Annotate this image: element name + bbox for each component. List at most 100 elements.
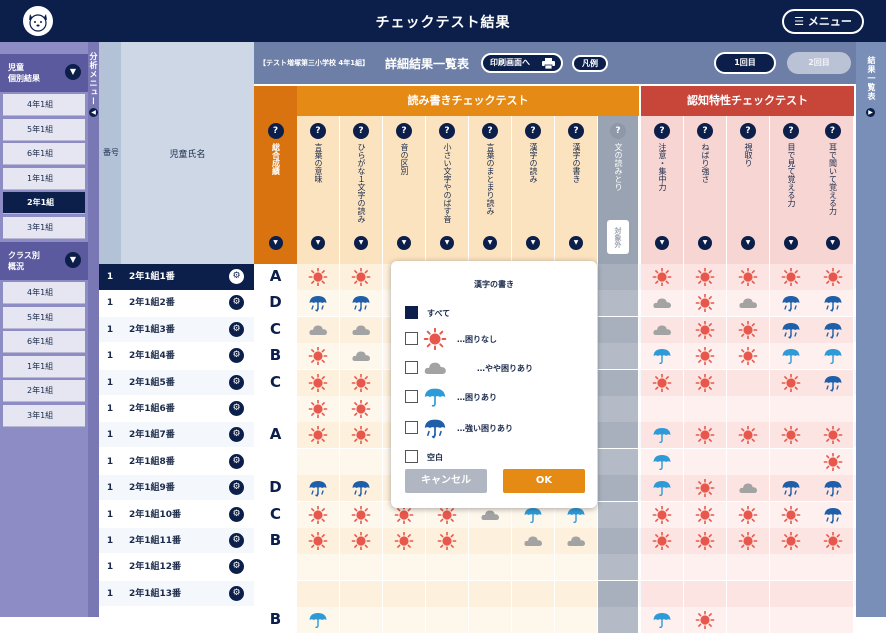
help-icon[interactable]: ? [525, 123, 541, 139]
ok-button[interactable]: OK [503, 469, 585, 493]
help-icon[interactable]: ? [824, 123, 841, 139]
table-row[interactable]: 1 2年1組13番 ⚙ [99, 580, 856, 607]
class-item[interactable]: 1年1組 [3, 355, 85, 378]
help-icon[interactable]: ? [697, 123, 713, 139]
checkbox[interactable] [405, 390, 418, 403]
menu-button[interactable]: ☰ メニュー [782, 9, 864, 34]
filter-option[interactable]: …強い困りあり [405, 419, 585, 439]
student-name[interactable]: 2年1組10番 ⚙ [121, 502, 254, 528]
help-icon[interactable]: ? [310, 123, 326, 139]
class-item[interactable]: 1年1組 [3, 167, 85, 190]
help-icon[interactable]: ? [439, 123, 455, 139]
class-item[interactable]: 3年1組 [3, 216, 85, 239]
sort-down-icon[interactable]: ▼ [268, 236, 283, 250]
gear-icon[interactable]: ⚙ [229, 348, 244, 364]
student-name[interactable]: 2年1組9番 ⚙ [121, 475, 254, 501]
collapse-left-icon[interactable]: ◀ [89, 108, 98, 117]
filter-down-icon[interactable]: ▼ [569, 236, 583, 250]
gear-icon[interactable]: ⚙ [229, 453, 244, 469]
analysis-menu-tab[interactable]: 分析メニュー ◀ [88, 42, 99, 617]
student-name[interactable]: 2年1組13番 ⚙ [121, 581, 254, 607]
help-icon[interactable]: ? [267, 123, 284, 139]
student-name[interactable]: 2年1組7番 ⚙ [121, 422, 254, 448]
gear-icon[interactable]: ⚙ [229, 533, 244, 548]
class-item[interactable]: 5年1組 [3, 306, 85, 329]
class-item[interactable]: 3年1組 [3, 404, 85, 427]
print-button[interactable]: 印刷画面へ [481, 53, 563, 73]
class-item[interactable]: 5年1組 [3, 118, 85, 141]
help-icon[interactable]: ? [482, 123, 498, 139]
checkbox[interactable] [405, 306, 418, 319]
filter-down-icon[interactable]: ▼ [526, 236, 540, 250]
gear-icon[interactable]: ⚙ [229, 269, 244, 284]
number-header: 番号 [99, 42, 121, 264]
filter-option[interactable]: …困りあり [405, 388, 585, 407]
gear-icon[interactable]: ⚙ [229, 295, 244, 311]
table-row[interactable]: 1 2年1組12番 ⚙ [99, 554, 856, 581]
help-icon[interactable]: ? [654, 123, 670, 139]
gear-icon[interactable]: ⚙ [229, 321, 244, 337]
chevron-down-icon[interactable]: ▼ [65, 64, 81, 80]
gear-icon[interactable]: ⚙ [229, 506, 244, 522]
filter-down-icon[interactable]: ▼ [397, 236, 411, 250]
class-item[interactable]: 6年1組 [3, 331, 85, 353]
legend-button[interactable]: 凡例 [572, 55, 608, 72]
checkbox[interactable] [405, 421, 418, 434]
cancel-button[interactable]: キャンセル [405, 469, 487, 493]
round1-button[interactable]: 1回目 [714, 52, 776, 74]
filter-down-icon[interactable]: ▼ [440, 236, 454, 250]
filter-option[interactable]: …やや困りあり [405, 359, 585, 377]
filter-down-icon[interactable]: ▼ [741, 236, 755, 250]
filter-down-icon[interactable]: ▼ [483, 236, 497, 250]
filter-down-icon[interactable]: ▼ [784, 236, 798, 250]
results-list-tab[interactable]: 結果一覧表 ▶ [856, 42, 886, 617]
filter-down-icon[interactable]: ▼ [311, 236, 325, 250]
class-item[interactable]: 4年1組 [3, 282, 85, 304]
result-cell [727, 369, 770, 396]
class-item[interactable]: 6年1組 [3, 143, 85, 165]
section-individual-results[interactable]: 児童 個別結果 ▼ [0, 54, 88, 92]
checkbox[interactable] [405, 332, 418, 345]
gear-icon[interactable]: ⚙ [229, 480, 244, 496]
gear-icon[interactable]: ⚙ [229, 559, 244, 575]
table-row[interactable]: 1 2年1組11番 ⚙ B [99, 528, 856, 554]
checkbox[interactable] [405, 361, 418, 374]
sun-icon [351, 373, 371, 392]
filter-down-icon[interactable]: ▼ [655, 236, 669, 250]
student-name[interactable]: 2年1組6番 ⚙ [121, 396, 254, 422]
student-name[interactable]: 2年1組3番 ⚙ [121, 317, 254, 343]
filter-option[interactable]: すべて [405, 304, 585, 322]
section-class-overview[interactable]: クラス別 概況 ▼ [0, 242, 88, 280]
class-item[interactable]: 4年1組 [3, 94, 85, 116]
filter-option[interactable]: …困りなし [405, 327, 585, 351]
gear-icon[interactable]: ⚙ [229, 374, 244, 390]
checkbox[interactable] [405, 450, 418, 463]
round2-button[interactable]: 2回目 [787, 52, 851, 74]
table-row[interactable]: B [99, 607, 856, 633]
class-item[interactable]: 2年1組 [3, 380, 85, 402]
gear-icon[interactable]: ⚙ [229, 585, 244, 601]
help-icon[interactable]: ? [396, 123, 412, 139]
class-item[interactable]: 2年1組 [3, 192, 85, 214]
help-icon[interactable]: ? [783, 123, 799, 139]
student-name[interactable]: 2年1組1番 ⚙ [121, 264, 254, 290]
filter-down-icon[interactable]: ▼ [825, 236, 840, 250]
expand-right-icon[interactable]: ▶ [866, 108, 875, 117]
help-icon[interactable]: ? [740, 123, 756, 139]
student-name[interactable]: 2年1組5番 ⚙ [121, 370, 254, 396]
filter-option[interactable]: 空白 [405, 448, 585, 466]
student-name[interactable]: 2年1組8番 ⚙ [121, 449, 254, 475]
student-name[interactable]: 2年1組4番 ⚙ [121, 343, 254, 369]
help-icon[interactable]: ? [610, 123, 626, 139]
filter-down-icon[interactable]: ▼ [698, 236, 712, 250]
student-name[interactable]: 2年1組11番 ⚙ [121, 528, 254, 554]
help-icon[interactable]: ? [568, 123, 584, 139]
student-name[interactable]: 2年1組12番 ⚙ [121, 554, 254, 580]
chevron-down-icon[interactable]: ▼ [65, 252, 81, 268]
student-name[interactable] [121, 607, 254, 633]
student-name[interactable]: 2年1組2番 ⚙ [121, 290, 254, 316]
help-icon[interactable]: ? [353, 123, 369, 139]
gear-icon[interactable]: ⚙ [229, 401, 244, 416]
filter-down-icon[interactable]: ▼ [354, 236, 368, 250]
gear-icon[interactable]: ⚙ [229, 427, 244, 443]
